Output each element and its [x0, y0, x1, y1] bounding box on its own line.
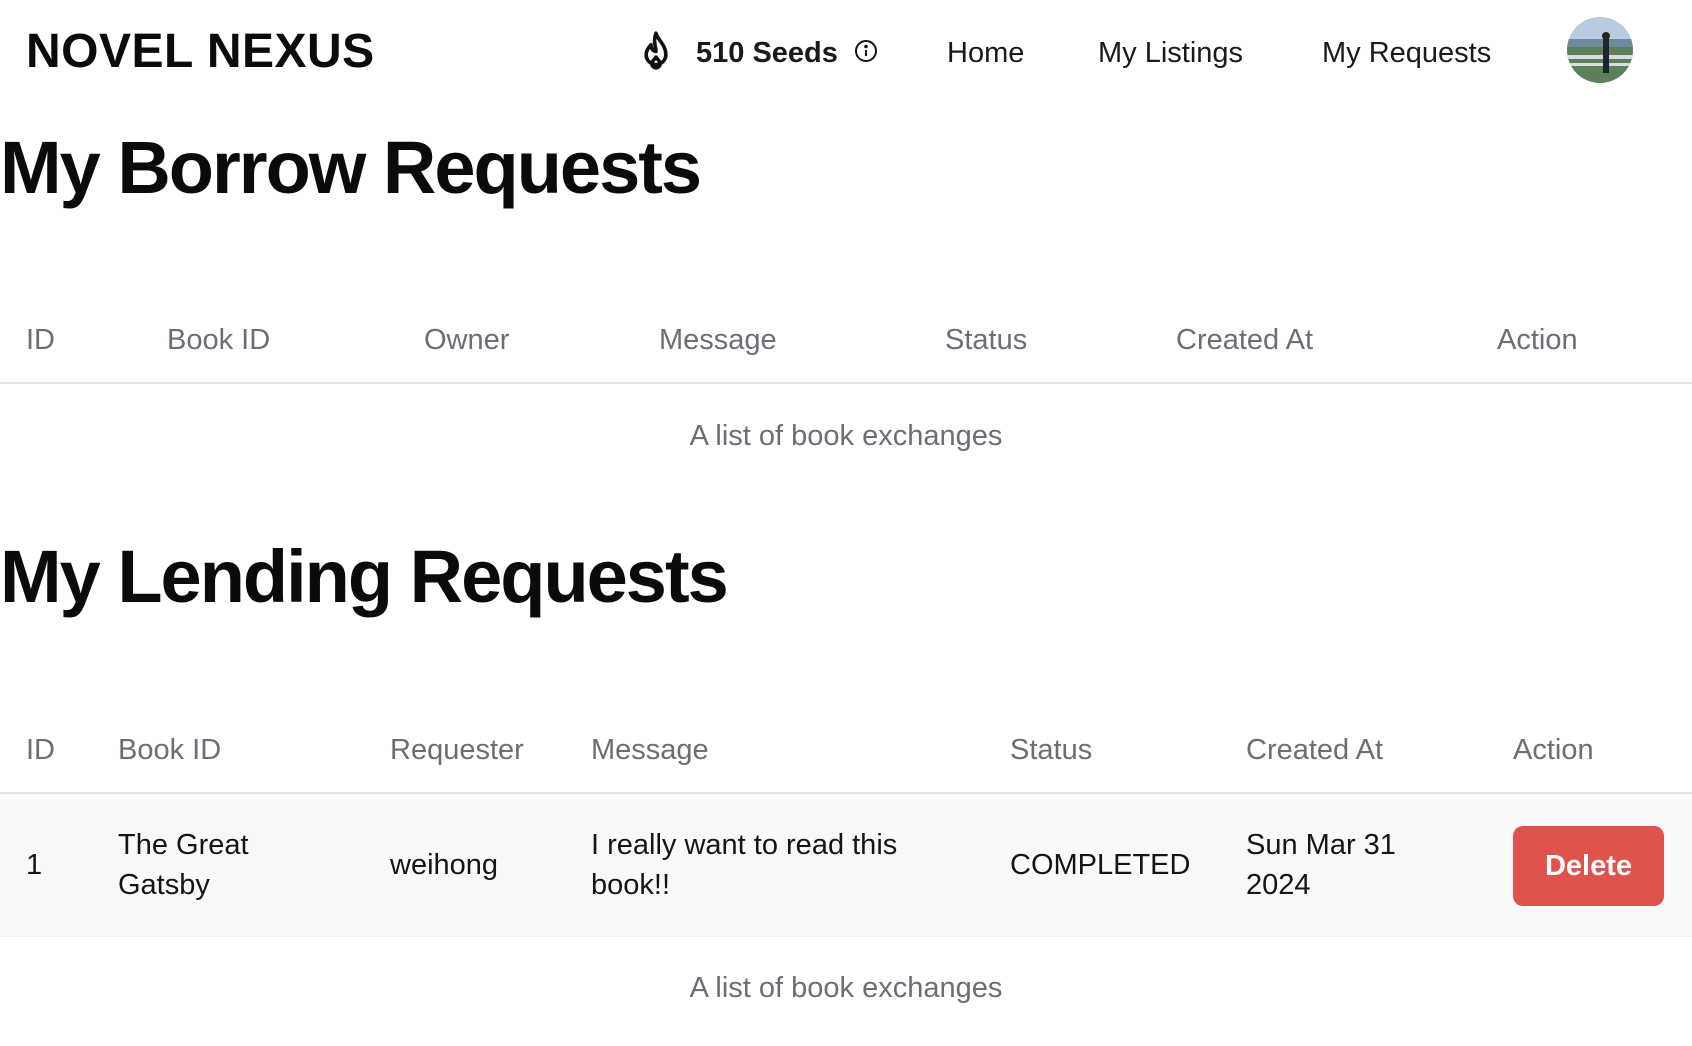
cell-message-line1: I really want to read this	[591, 829, 898, 861]
column-header-id: ID	[26, 324, 55, 356]
delete-button[interactable]: Delete	[1513, 826, 1664, 906]
table-caption: A list of book exchanges	[689, 420, 1003, 452]
avatar[interactable]	[1567, 17, 1633, 83]
column-header-status: Status	[945, 324, 1028, 356]
cell-created-at-line1: Sun Mar 31	[1246, 829, 1396, 861]
top-navbar: NOVEL NEXUS 510 Seeds Home My Listings M…	[0, 0, 1692, 104]
lending-requests-table: ID Book ID Requester Message Status Crea…	[0, 706, 1692, 937]
table-row: 1 The Great Gatsby weihong I really want…	[0, 794, 1692, 937]
table-header-row: ID Book ID Owner Message Status Created …	[0, 296, 1692, 384]
cell-requester: weihong	[390, 849, 499, 881]
column-header-message: Message	[591, 734, 709, 766]
column-header-book-id: Book ID	[167, 324, 271, 356]
column-header-created-at: Created At	[1246, 734, 1384, 766]
seeds-counter: 510 Seeds	[636, 28, 878, 78]
cell-book-id-line1: The Great	[118, 829, 249, 861]
column-header-status: Status	[1010, 734, 1093, 766]
column-header-action: Action	[1513, 734, 1594, 766]
avatar-photo	[1567, 17, 1633, 83]
flame-icon	[644, 31, 668, 70]
cell-book-id-line2: Gatsby	[118, 869, 210, 901]
cell-message-line2: book!!	[591, 869, 670, 901]
column-header-id: ID	[26, 734, 55, 766]
cell-book-id: The Great Gatsby	[118, 825, 249, 905]
nav-home[interactable]: Home	[947, 32, 1024, 74]
borrow-requests-title: My Borrow Requests	[0, 126, 702, 209]
nav-my-listings[interactable]: My Listings	[1098, 32, 1243, 74]
cell-status: COMPLETED	[1010, 849, 1191, 881]
column-header-action: Action	[1497, 324, 1578, 356]
lending-requests-title: My Lending Requests	[0, 535, 729, 618]
column-header-created-at: Created At	[1176, 324, 1314, 356]
column-header-owner: Owner	[424, 324, 510, 356]
seeds-count: 510 Seeds	[696, 36, 838, 69]
cell-created-at: Sun Mar 31 2024	[1246, 825, 1396, 905]
table-caption: A list of book exchanges	[689, 972, 1003, 1004]
column-header-message: Message	[659, 324, 777, 356]
column-header-book-id: Book ID	[118, 734, 222, 766]
table-header-row: ID Book ID Requester Message Status Crea…	[0, 706, 1692, 794]
borrow-requests-table: ID Book ID Owner Message Status Created …	[0, 296, 1692, 384]
info-icon[interactable]	[854, 39, 878, 63]
column-header-requester: Requester	[390, 734, 524, 766]
cell-message: I really want to read this book!!	[591, 825, 897, 905]
nav-my-requests[interactable]: My Requests	[1322, 32, 1491, 74]
cell-id: 1	[26, 849, 43, 881]
cell-created-at-line2: 2024	[1246, 869, 1311, 901]
brand-logo[interactable]: NOVEL NEXUS	[26, 24, 375, 80]
